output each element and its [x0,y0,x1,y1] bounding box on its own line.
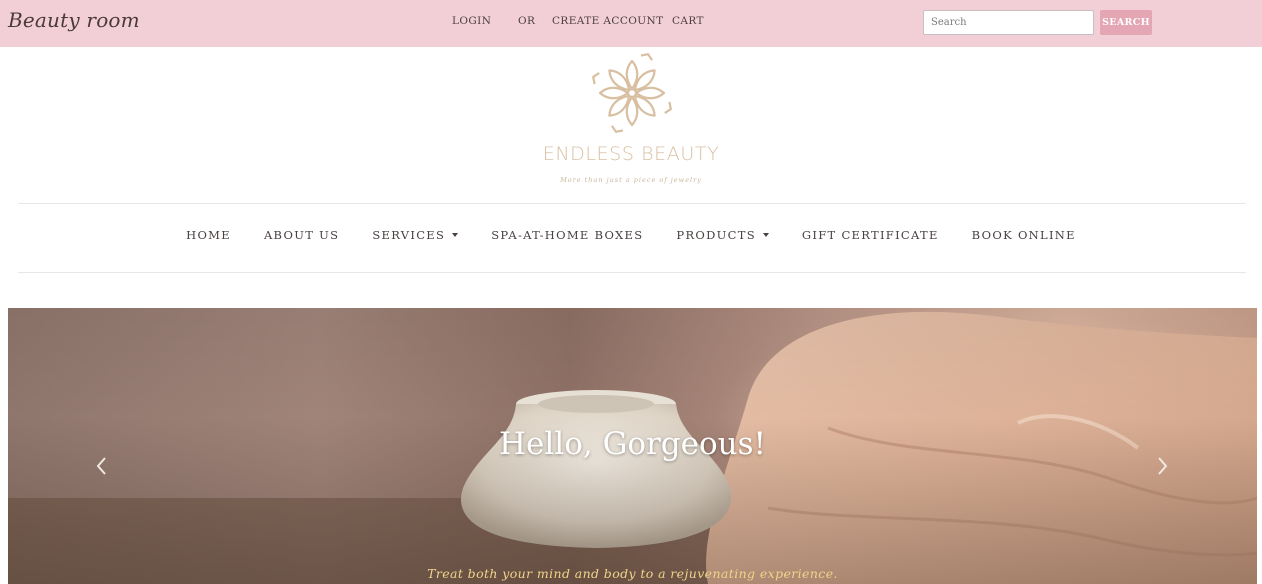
nav-item-services[interactable]: SERVICES [372,228,459,242]
nav-item-home[interactable]: HOME [186,228,231,242]
nav-divider-bottom [18,272,1246,273]
cart-link[interactable]: CART [672,15,704,27]
top-bar: Beauty room LOGIN OR CREATE ACCOUNT CART… [0,0,1262,47]
nav-item-label: ABOUT US [263,228,340,242]
hero-carousel: Hello, Gorgeous! Treat both your mind an… [8,308,1257,584]
nav-item-products[interactable]: PRODUCTS [676,228,769,242]
nav-item-label: PRODUCTS [676,228,756,242]
create-account-link[interactable]: CREATE ACCOUNT [552,15,672,27]
search-input[interactable] [923,10,1094,35]
nav-item-label: SERVICES [372,228,446,242]
hero-subtitle: Treat both your mind and body to a rejuv… [427,566,838,581]
nav-item-gift-certificate[interactable]: GIFT CERTIFICATE [802,228,939,242]
nav-item-about-us[interactable]: ABOUT US [264,228,339,242]
search-button[interactable]: SEARCH [1100,10,1152,35]
nav-divider-top [18,203,1246,204]
nav-item-book-online[interactable]: BOOK ONLINE [972,228,1076,242]
nav-item-label: BOOK ONLINE [971,228,1076,242]
lotus-mandala-icon[interactable] [588,50,676,136]
logo-title[interactable]: ENDLESS BEAUTY [0,143,1262,165]
nav-item-label: HOME [186,228,231,242]
logo-tagline: More than just a piece of jewelry [560,176,702,184]
caret-down-icon [452,233,459,237]
login-link[interactable]: LOGIN [452,15,518,27]
caret-down-icon [762,233,769,237]
hero-title: Hello, Gorgeous! [498,426,766,462]
or-separator: OR [518,15,536,27]
nav-item-spa-at-home-boxes[interactable]: SPA-AT-HOME BOXES [491,228,643,242]
main-nav: HOME ABOUT US SERVICES SPA-AT-HOME BOXES… [0,228,1262,242]
brand-logo-text[interactable]: Beauty room [8,8,140,32]
account-links: LOGIN OR CREATE ACCOUNT CART [452,15,704,27]
nav-item-label: SPA-AT-HOME BOXES [491,228,644,242]
nav-item-label: GIFT CERTIFICATE [801,228,939,242]
